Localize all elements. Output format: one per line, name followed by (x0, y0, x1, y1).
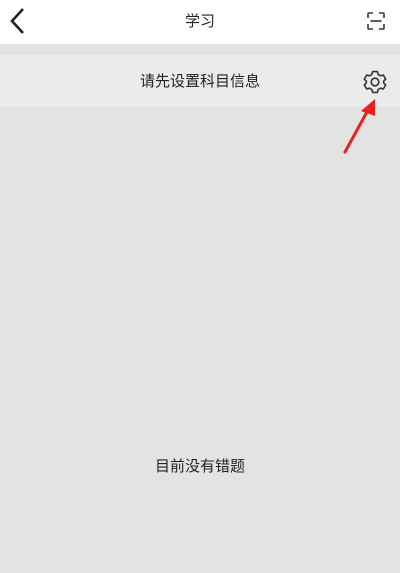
scan-button[interactable] (364, 9, 388, 33)
chevron-left-icon (10, 8, 24, 34)
subject-setup-prompt: 请先设置科目信息 (139, 72, 260, 90)
section-divider (0, 44, 400, 55)
scan-icon (367, 12, 385, 30)
back-button[interactable] (2, 4, 32, 38)
mistake-list-area: 目前没有错题 (0, 107, 400, 573)
gear-icon (363, 70, 387, 94)
page-title: 学习 (184, 12, 215, 30)
subject-info-bar: 请先设置科目信息 (0, 55, 400, 107)
empty-state-message: 目前没有错题 (154, 457, 245, 475)
settings-button[interactable] (360, 67, 390, 97)
top-nav-bar: 学习 (0, 0, 400, 44)
